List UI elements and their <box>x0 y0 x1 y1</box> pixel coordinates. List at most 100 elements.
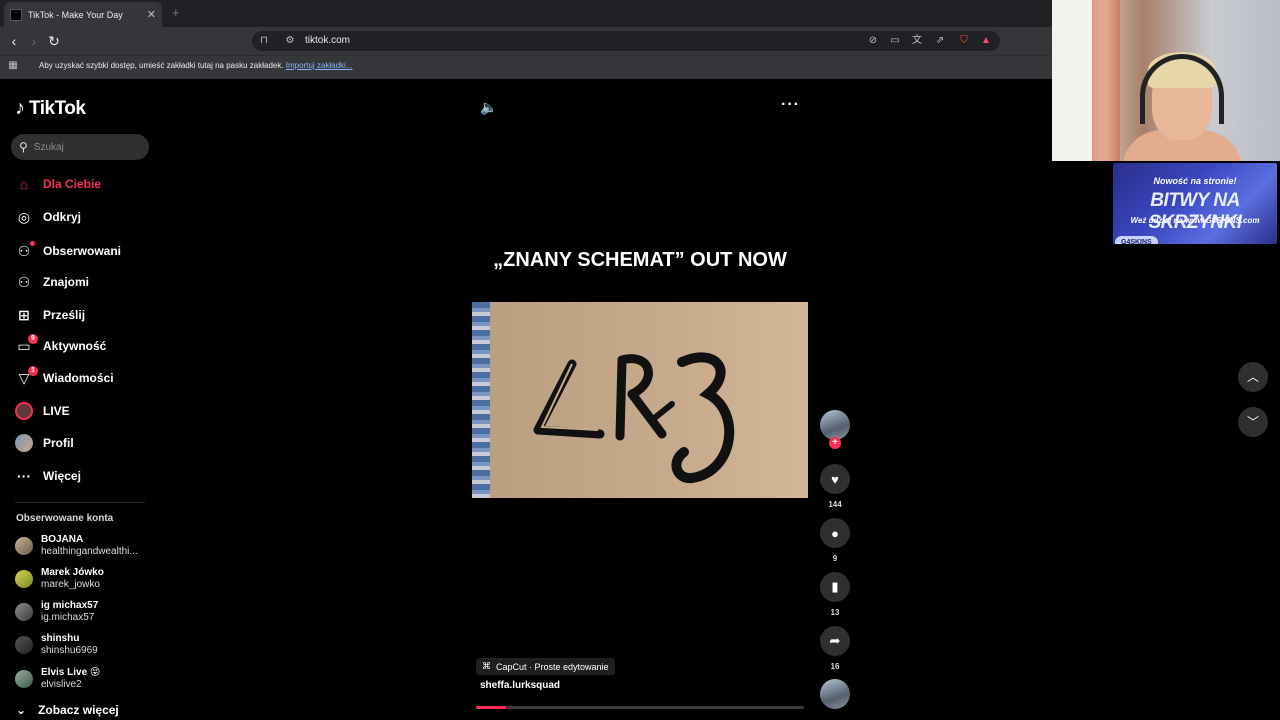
messages-badge: 1 <box>28 365 38 376</box>
avatar <box>15 537 33 555</box>
nav-label: Obserwowani <box>43 244 122 258</box>
address-bar[interactable] <box>252 31 1000 51</box>
nav-item-activity[interactable]: ▭ 9 Aktywność <box>15 333 107 356</box>
site-info-icon[interactable]: ⚙ <box>284 35 296 47</box>
see-more-button[interactable]: ⌄ Zobacz więcej <box>16 703 119 717</box>
share-button[interactable]: ➦ <box>820 626 850 656</box>
promo-banner: Nowość na stronie! BITWY NA SKRZYNKI Weź… <box>1113 163 1277 244</box>
no-ads-icon[interactable]: ⊘ <box>867 35 879 47</box>
close-tab-icon[interactable]: ✕ <box>147 8 156 21</box>
next-video-button[interactable]: ﹀ <box>1238 407 1268 437</box>
nav-label: Aktywność <box>43 339 107 353</box>
share-icon[interactable]: ⇗ <box>934 35 946 47</box>
account-username: marek_jowko <box>41 579 100 590</box>
browser-tab[interactable]: TikTok - Make Your Day ✕ <box>4 2 162 27</box>
compass-icon: ◎ <box>17 208 31 225</box>
like-button[interactable]: ♥ <box>820 464 850 494</box>
bookmark-bar-message: Aby uzyskać szybki dostęp, umieść zakład… <box>39 61 353 70</box>
followed-account[interactable]: Marek Jówko marek_jowko <box>15 567 141 591</box>
browser-tab-bar: TikTok - Make Your Day ✕ + <box>0 0 1052 27</box>
chevron-up-icon: ︿ <box>1246 370 1259 384</box>
capcut-tag[interactable]: ⌘ CapCut · Proste edytowanie <box>476 658 615 675</box>
nav-label: LIVE <box>43 404 70 418</box>
nav-item-upload[interactable]: ⊞ Prześlij <box>15 305 85 325</box>
live-icon <box>15 402 33 420</box>
follow-plus-icon[interactable]: + <box>829 437 841 449</box>
nav-label: Więcej <box>43 469 81 483</box>
save-button[interactable]: ▮ <box>820 572 850 602</box>
account-name: ig michax57 <box>41 600 99 611</box>
chevron-down-icon: ﹀ <box>1246 415 1259 429</box>
nav-item-for-you[interactable]: ⌂ Dla Ciebie <box>15 174 101 194</box>
promo-logo: G4SKINS <box>1115 236 1158 244</box>
comment-count: 9 <box>832 554 838 563</box>
search-icon: ⚲ <box>19 140 28 154</box>
followed-account[interactable]: Elvis Live 😝 elvislive2 <box>15 667 141 691</box>
tiktok-logo[interactable]: ♪ TikTok <box>15 97 86 120</box>
followed-accounts-heading: Obserwowane konta <box>16 513 114 524</box>
video-author[interactable]: sheffa.lurksquad <box>480 680 560 691</box>
translate-icon[interactable]: 文 <box>911 35 923 47</box>
brave-rewards-icon[interactable]: ▲ <box>980 35 992 47</box>
nav-item-following[interactable]: ⚇ Obserwowani <box>15 240 122 261</box>
video-player[interactable] <box>472 302 808 498</box>
account-username: healthingandwealthi... <box>41 546 138 557</box>
account-name: shinshu <box>41 633 80 644</box>
nav-label: Wiadomości <box>43 371 114 385</box>
following-icon: ⚇ <box>15 240 35 260</box>
nav-item-messages[interactable]: ▽ 1 Wiadomości <box>15 365 114 388</box>
reload-icon[interactable]: ↻ <box>46 33 62 49</box>
account-username: shinshu6969 <box>41 645 98 656</box>
creator-avatar[interactable] <box>820 410 850 440</box>
share-count: 16 <box>830 662 840 671</box>
account-username: ig.michax57 <box>41 612 95 623</box>
new-tab-button[interactable]: + <box>172 5 180 20</box>
capcut-label: CapCut · Proste edytowanie <box>496 661 609 672</box>
volume-icon[interactable]: 🔈 <box>480 99 497 116</box>
followed-account[interactable]: shinshu shinshu6969 <box>15 633 141 657</box>
account-name: Elvis Live 😝 <box>41 667 101 678</box>
promo-line2: BITWY NA SKRZYNKI <box>1148 190 1242 233</box>
graffiti-image <box>533 352 735 484</box>
nav-item-friends[interactable]: ⚇ Znajomi <box>15 272 89 292</box>
bookmark-icon: ▮ <box>831 579 839 594</box>
home-icon: ⌂ <box>19 176 29 192</box>
avatar <box>15 603 33 621</box>
friends-icon: ⚇ <box>17 273 31 290</box>
search-placeholder: Szukaj <box>33 141 64 153</box>
heart-icon: ♥ <box>831 471 839 487</box>
capcut-icon: ⌘ <box>482 661 491 671</box>
search-input[interactable]: ⚲ Szukaj <box>11 134 149 160</box>
tiktok-note-icon: ♪ <box>15 97 25 119</box>
forward-icon[interactable]: › <box>26 33 42 49</box>
apps-grid-icon[interactable]: ▦ <box>7 60 19 72</box>
cast-icon[interactable]: ▭ <box>889 35 901 47</box>
previous-video-button[interactable]: ︿ <box>1238 362 1268 392</box>
followed-account[interactable]: BOJANA healthingandwealthi... <box>15 534 141 558</box>
sound-disc-avatar[interactable] <box>820 679 850 709</box>
video-progress-bar[interactable] <box>476 706 804 709</box>
bookmark-icon[interactable]: ⊓ <box>258 35 270 47</box>
import-bookmarks-link[interactable]: Importuj zakładki... <box>286 61 353 70</box>
chevron-down-icon: ⌄ <box>16 703 27 717</box>
upload-icon: ⊞ <box>18 306 30 323</box>
nav-item-more[interactable]: ··· Więcej <box>15 466 81 486</box>
followed-account[interactable]: ig michax57 ig.michax57 <box>15 600 141 624</box>
nav-label: Prześlij <box>43 308 86 322</box>
tiktok-favicon-icon <box>10 8 22 21</box>
nav-label: Odkryj <box>43 210 82 224</box>
avatar <box>15 570 33 588</box>
nav-item-explore[interactable]: ◎ Odkryj <box>15 207 81 227</box>
logo-text: TikTok <box>29 97 86 119</box>
brave-shield-icon[interactable]: ⛉ <box>958 35 970 47</box>
nav-item-profile[interactable]: Profil <box>15 433 74 453</box>
url-text[interactable]: tiktok.com <box>305 35 350 46</box>
share-arrow-icon: ➦ <box>829 633 841 648</box>
back-icon[interactable]: ‹ <box>6 33 22 49</box>
more-icon: ··· <box>17 468 31 484</box>
sidebar-divider <box>15 502 145 503</box>
nav-item-live[interactable]: LIVE <box>15 401 70 421</box>
comment-button[interactable]: ● <box>820 518 850 548</box>
account-name: Marek Jówko <box>41 567 104 578</box>
more-options-icon[interactable]: ··· <box>781 96 800 114</box>
